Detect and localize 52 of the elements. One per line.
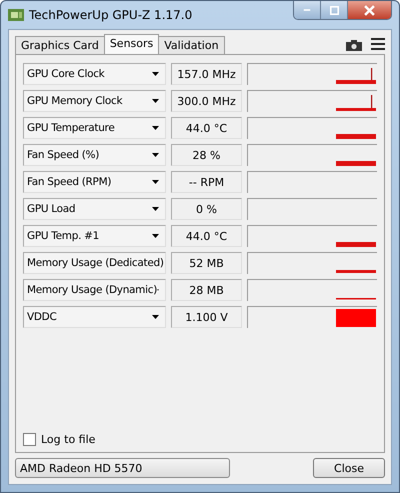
caret-icon <box>152 72 159 76</box>
sensor-dropdown[interactable]: Fan Speed (%) <box>23 144 166 166</box>
log-checkbox[interactable] <box>23 433 36 446</box>
sensor-graph <box>336 270 376 273</box>
caret-icon <box>152 315 159 319</box>
close-icon <box>364 4 375 16</box>
window-title: TechPowerUp GPU-Z 1.17.0 <box>29 8 194 22</box>
sensor-value: 157.0 MHz <box>171 63 242 85</box>
sensor-dropdown[interactable]: GPU Load <box>23 198 166 220</box>
sensor-dropdown[interactable]: GPU Memory Clock <box>23 90 166 112</box>
maximize-icon <box>330 6 338 14</box>
sensor-dropdown[interactable]: VDDC <box>23 306 166 328</box>
tab[interactable]: Sensors <box>104 34 160 54</box>
sensor-dropdown[interactable]: Fan Speed (RPM) <box>23 171 166 193</box>
camera-icon[interactable] <box>345 39 363 51</box>
sensor-value: 44.0 °C <box>171 117 242 139</box>
close-button[interactable] <box>348 1 391 19</box>
maximize-button[interactable] <box>321 1 348 19</box>
sensor-graph <box>336 161 376 166</box>
tab[interactable]: Graphics Card <box>15 36 105 54</box>
sensor-value: 1.100 V <box>171 306 242 328</box>
caret-icon <box>152 153 159 157</box>
sensor-graph <box>336 309 376 327</box>
device-selector[interactable]: AMD Radeon HD 5570 <box>15 458 230 478</box>
sensor-graph <box>336 95 376 111</box>
tab[interactable]: Validation <box>158 36 225 54</box>
caret-icon <box>152 234 159 238</box>
sensor-dropdown[interactable]: Memory Usage (Dedicated) <box>23 252 166 274</box>
sensor-graph <box>336 134 376 139</box>
close-window-button[interactable]: Close <box>313 458 385 478</box>
sensor-value: 44.0 °C <box>171 225 242 247</box>
app-icon <box>8 8 24 22</box>
sensor-dropdown[interactable]: GPU Temp. #1 <box>23 225 166 247</box>
minimize-icon <box>303 9 311 11</box>
sensor-dropdown[interactable]: GPU Core Clock <box>23 63 166 85</box>
sensor-value: 28 % <box>171 144 242 166</box>
sensor-value: -- RPM <box>171 171 242 193</box>
sensor-value: 300.0 MHz <box>171 90 242 112</box>
menu-icon[interactable] <box>371 38 385 50</box>
caret-icon <box>152 207 159 211</box>
sensor-value: 0 % <box>171 198 242 220</box>
sensor-graph <box>336 68 376 84</box>
sensor-dropdown[interactable]: GPU Temperature <box>23 117 166 139</box>
caret-icon <box>152 126 159 130</box>
minimize-button[interactable] <box>294 1 321 19</box>
sensor-value: 28 MB <box>171 279 242 301</box>
checkbox-label: Log to file <box>41 433 96 446</box>
sensor-value: 52 MB <box>171 252 242 274</box>
caret-icon <box>152 99 159 103</box>
caret-icon <box>152 180 159 184</box>
sensor-graph <box>336 242 376 247</box>
sensor-dropdown[interactable]: Memory Usage (Dynamic) <box>23 279 166 301</box>
